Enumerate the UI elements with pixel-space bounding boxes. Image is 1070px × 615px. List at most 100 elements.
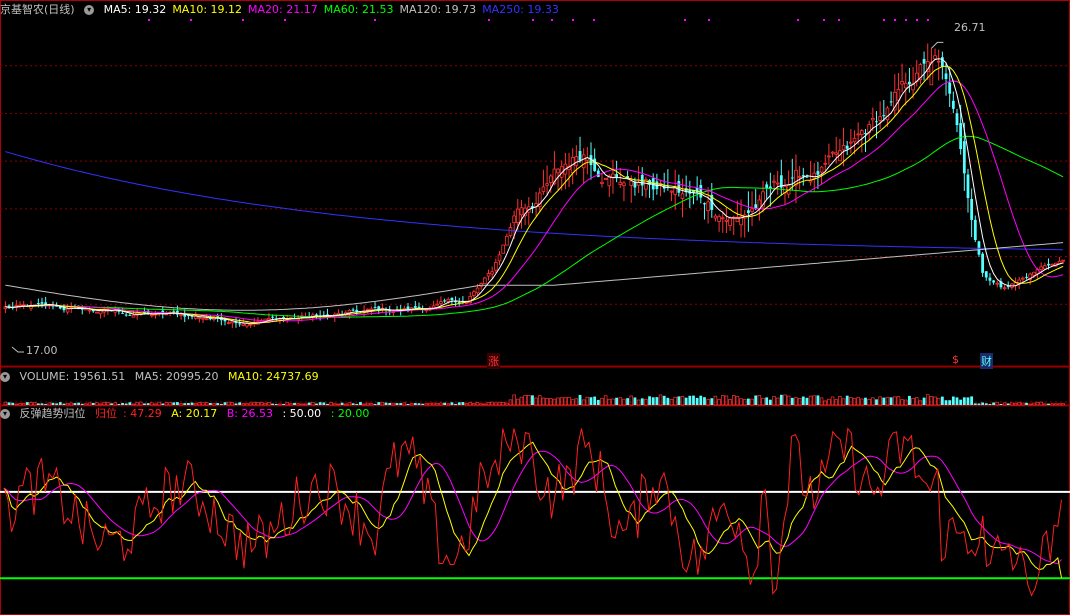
candle-body [1002, 287, 1007, 290]
volume-bar [351, 403, 355, 405]
volume-bar [176, 402, 179, 405]
volume-bar [183, 403, 187, 405]
ma5-line [5, 58, 1064, 325]
volume-bar [772, 396, 776, 406]
candle-body [413, 306, 417, 308]
volume-bar [677, 396, 681, 405]
volume-bar [87, 402, 92, 406]
candle-body [772, 180, 776, 183]
candle-body [1061, 259, 1065, 262]
volume-bar [706, 399, 710, 406]
volume-bar [399, 403, 403, 405]
volume-bar [768, 399, 772, 405]
volume-bar [534, 397, 538, 406]
ma-label: MA5: 19.32 [103, 3, 167, 16]
candle-body [885, 107, 890, 121]
volume-bar [11, 402, 15, 405]
volume-bar [933, 396, 937, 406]
candle-body [856, 133, 860, 136]
candle-body [951, 100, 955, 109]
volume-bar [384, 402, 388, 405]
volume-bar [51, 402, 55, 405]
volume-bar [417, 403, 421, 405]
guiwei-line [3, 427, 1062, 597]
volume-bar [783, 394, 787, 406]
volume-bar [578, 394, 582, 405]
volume-bar [336, 403, 341, 406]
candle-body [248, 323, 253, 326]
volume-bar [761, 397, 765, 406]
candle-body [823, 162, 828, 165]
volume-bar [216, 403, 220, 405]
volume-bar [21, 402, 26, 406]
volume-bar [914, 397, 919, 406]
volume-panel-header: ▾ VOLUME: 19561.51 MA5: 20995.20 MA10: 2… [0, 369, 325, 385]
ma-label: MA20: 21.17 [248, 3, 318, 16]
candle-body [315, 314, 318, 316]
candle-body [172, 311, 176, 313]
candle-body [966, 174, 970, 199]
volume-bar [263, 402, 268, 406]
candle-body [128, 314, 132, 316]
volume-bar [223, 402, 227, 405]
volume-bar [640, 398, 644, 405]
volume-bar [684, 397, 688, 405]
volume-bar [680, 395, 685, 406]
volume-bar [377, 402, 381, 405]
volume-bar [1032, 402, 1036, 406]
volume-bar [1025, 402, 1028, 405]
candle-body [878, 116, 882, 121]
volume-bar [845, 395, 849, 405]
cai-marker: 财 [980, 353, 993, 369]
candle-body [36, 303, 40, 305]
candle-body [812, 172, 817, 179]
candle-body [750, 208, 754, 212]
volume-bar [421, 403, 425, 405]
collapse-icon[interactable]: ▾ [0, 409, 10, 419]
candle-body [483, 277, 487, 285]
volume-bar [673, 396, 677, 406]
candle-body [948, 82, 952, 94]
collapse-icon[interactable]: ▾ [84, 5, 95, 15]
signal-dot [532, 19, 534, 21]
candle-body [955, 113, 959, 126]
candle-body [574, 156, 579, 166]
volume-bar [658, 394, 663, 406]
candle-body [852, 137, 857, 143]
candle-body [933, 55, 937, 60]
candle-body [845, 145, 849, 149]
volume-bar [724, 395, 729, 406]
volume-bar [765, 397, 769, 405]
candle-body [875, 121, 878, 123]
volume-bar [65, 403, 70, 406]
volume-bar [7, 402, 11, 405]
volume-bar [893, 396, 897, 406]
volume-bar [161, 403, 165, 405]
signal-dot [684, 19, 686, 21]
volume-bar [457, 402, 461, 405]
volume-bar [300, 403, 304, 406]
signal-dot [572, 19, 574, 21]
signal-dot [838, 19, 840, 21]
candle-body [40, 302, 44, 304]
indicator-b: B: 26.53 [226, 407, 273, 420]
candle-body [121, 312, 124, 314]
indicator-panel-header: ▾ 反弹趋势归位 归位: 47.29 A: 20.17 B: 26.53 : 5… [0, 406, 375, 422]
signal-dot [242, 19, 244, 21]
candle-body [1039, 266, 1043, 270]
candle-body [545, 183, 549, 186]
candle-body [600, 181, 604, 184]
candle-body [271, 316, 274, 318]
collapse-icon[interactable]: ▾ [0, 372, 10, 382]
volume-bar [274, 403, 278, 405]
volume-bar [878, 396, 882, 406]
volume-bar [234, 403, 238, 405]
ma250-line [5, 151, 1064, 251]
candle-body [973, 219, 977, 241]
candle-body [541, 186, 546, 192]
candle-body [501, 244, 505, 254]
signal-dot [708, 19, 710, 21]
volume-bar [731, 395, 736, 406]
candle-body [548, 175, 553, 184]
high-price-label: 26.71 [954, 21, 986, 34]
